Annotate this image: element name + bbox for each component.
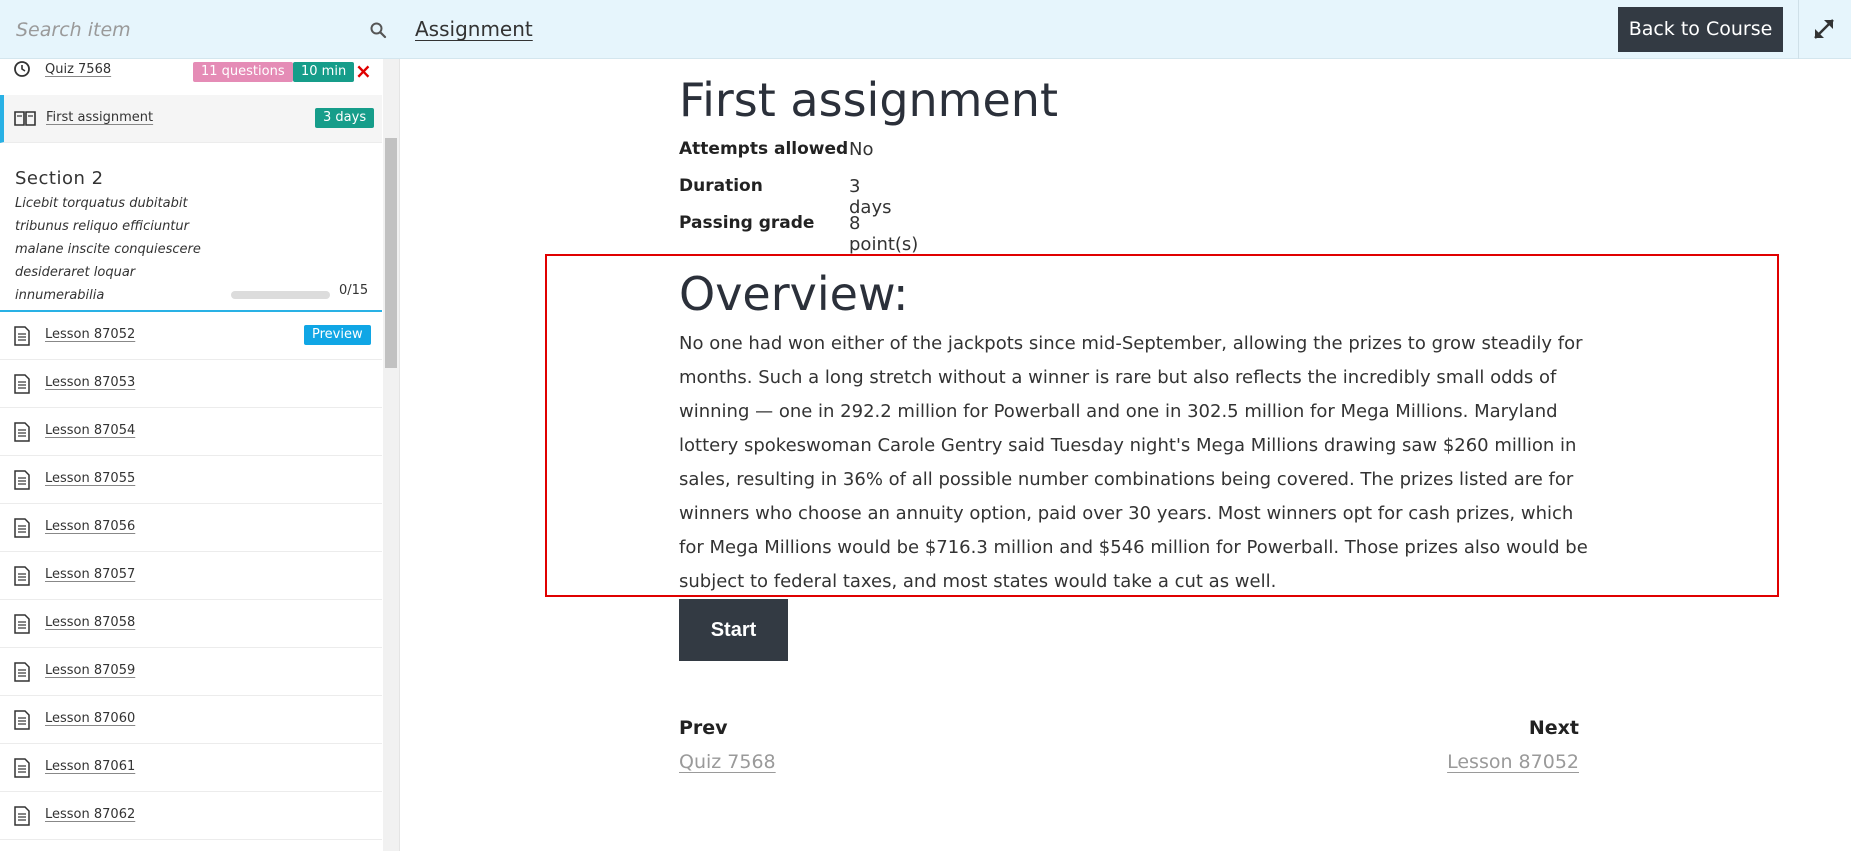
meta-label: Passing grade <box>679 213 815 233</box>
document-icon <box>14 470 30 490</box>
document-icon <box>14 374 30 394</box>
section-header[interactable]: Section 2 Licebit torquatus dubitabit tr… <box>0 142 382 312</box>
clock-icon <box>14 61 30 77</box>
expand-icon[interactable] <box>1811 16 1837 42</box>
document-icon <box>14 806 30 826</box>
assignment-link[interactable]: Assignment <box>415 17 533 41</box>
scrollbar-thumb[interactable] <box>385 138 397 368</box>
meta-label: Duration <box>679 176 763 196</box>
lesson-label[interactable]: Lesson 87057 <box>45 567 135 582</box>
overview-text: No one had won either of the jackpots si… <box>679 333 1588 592</box>
meta-value: 8 point(s) <box>849 213 919 255</box>
lesson-label[interactable]: Lesson 87060 <box>45 711 135 726</box>
lesson-item[interactable]: Lesson 87061 <box>0 744 382 792</box>
section-description: Licebit torquatus dubitabit tribunus rel… <box>15 196 201 303</box>
back-to-course-button[interactable]: Back to Course <box>1618 7 1783 52</box>
document-icon <box>14 758 30 778</box>
top-bar: Assignment Back to Course <box>0 0 1851 59</box>
section-progress-bar <box>231 291 330 299</box>
document-icon <box>14 566 30 586</box>
lesson-label[interactable]: Lesson 87062 <box>45 807 135 822</box>
lesson-item[interactable]: Lesson 87060 <box>0 696 382 744</box>
duration-badge: 10 min <box>293 62 355 82</box>
section-progress-count: 0/15 <box>339 283 369 298</box>
lesson-item[interactable]: Lesson 87058 <box>0 600 382 648</box>
lesson-label[interactable]: Lesson 87054 <box>45 423 135 438</box>
book-icon <box>14 111 36 126</box>
page-title: First assignment <box>679 73 1058 127</box>
document-icon <box>14 422 30 442</box>
lesson-item[interactable]: Lesson 87062 <box>0 792 382 840</box>
lesson-label[interactable]: Lesson 87058 <box>45 615 135 630</box>
next-label: Next <box>1528 717 1579 739</box>
lesson-label[interactable]: Lesson 87052 <box>45 327 135 342</box>
lesson-item[interactable]: Lesson 87055 <box>0 456 382 504</box>
lesson-label[interactable]: Lesson 87061 <box>45 759 135 774</box>
lesson-item[interactable]: Lesson 87056 <box>0 504 382 552</box>
lesson-item[interactable]: Lesson 87057 <box>0 552 382 600</box>
prev-link[interactable]: Quiz 7568 <box>679 751 776 773</box>
sidebar-item-label[interactable]: Quiz 7568 <box>45 62 111 77</box>
search-icon[interactable] <box>369 21 387 39</box>
sidebar-item-first-assignment[interactable]: First assignment 3 days <box>0 95 382 143</box>
section-title: Section 2 <box>15 168 104 189</box>
document-icon <box>14 326 30 346</box>
questions-badge: 11 questions <box>193 62 293 82</box>
divider <box>1798 0 1799 59</box>
prev-label: Prev <box>679 717 728 739</box>
sidebar: Quiz 7568 11 questions 10 min × First as… <box>0 59 400 851</box>
lesson-item[interactable]: Lesson 87052 Preview <box>0 312 382 360</box>
lesson-item[interactable]: Lesson 87059 <box>0 648 382 696</box>
meta-value: 3 days <box>849 176 892 218</box>
document-icon <box>14 518 30 538</box>
main-content: First assignment Attempts allowed No Dur… <box>400 59 1851 851</box>
document-icon <box>14 662 30 682</box>
start-button[interactable]: Start <box>679 599 788 661</box>
search-input[interactable] <box>16 14 356 46</box>
document-icon <box>14 710 30 730</box>
search-box <box>0 0 400 59</box>
lesson-label[interactable]: Lesson 87053 <box>45 375 135 390</box>
document-icon <box>14 614 30 634</box>
lesson-label[interactable]: Lesson 87055 <box>45 471 135 486</box>
lesson-label[interactable]: Lesson 87059 <box>45 663 135 678</box>
preview-badge[interactable]: Preview <box>304 325 371 345</box>
meta-value: No <box>849 139 874 160</box>
next-link[interactable]: Lesson 87052 <box>1447 751 1579 773</box>
lesson-label[interactable]: Lesson 87056 <box>45 519 135 534</box>
sidebar-item-label[interactable]: First assignment <box>46 110 153 125</box>
lesson-item[interactable]: Lesson 87054 <box>0 408 382 456</box>
meta-label: Attempts allowed <box>679 139 849 159</box>
overview-heading: Overview: <box>679 267 909 321</box>
close-icon[interactable]: × <box>355 59 372 83</box>
duration-badge: 3 days <box>315 108 375 128</box>
lesson-item[interactable]: Lesson 87053 <box>0 360 382 408</box>
